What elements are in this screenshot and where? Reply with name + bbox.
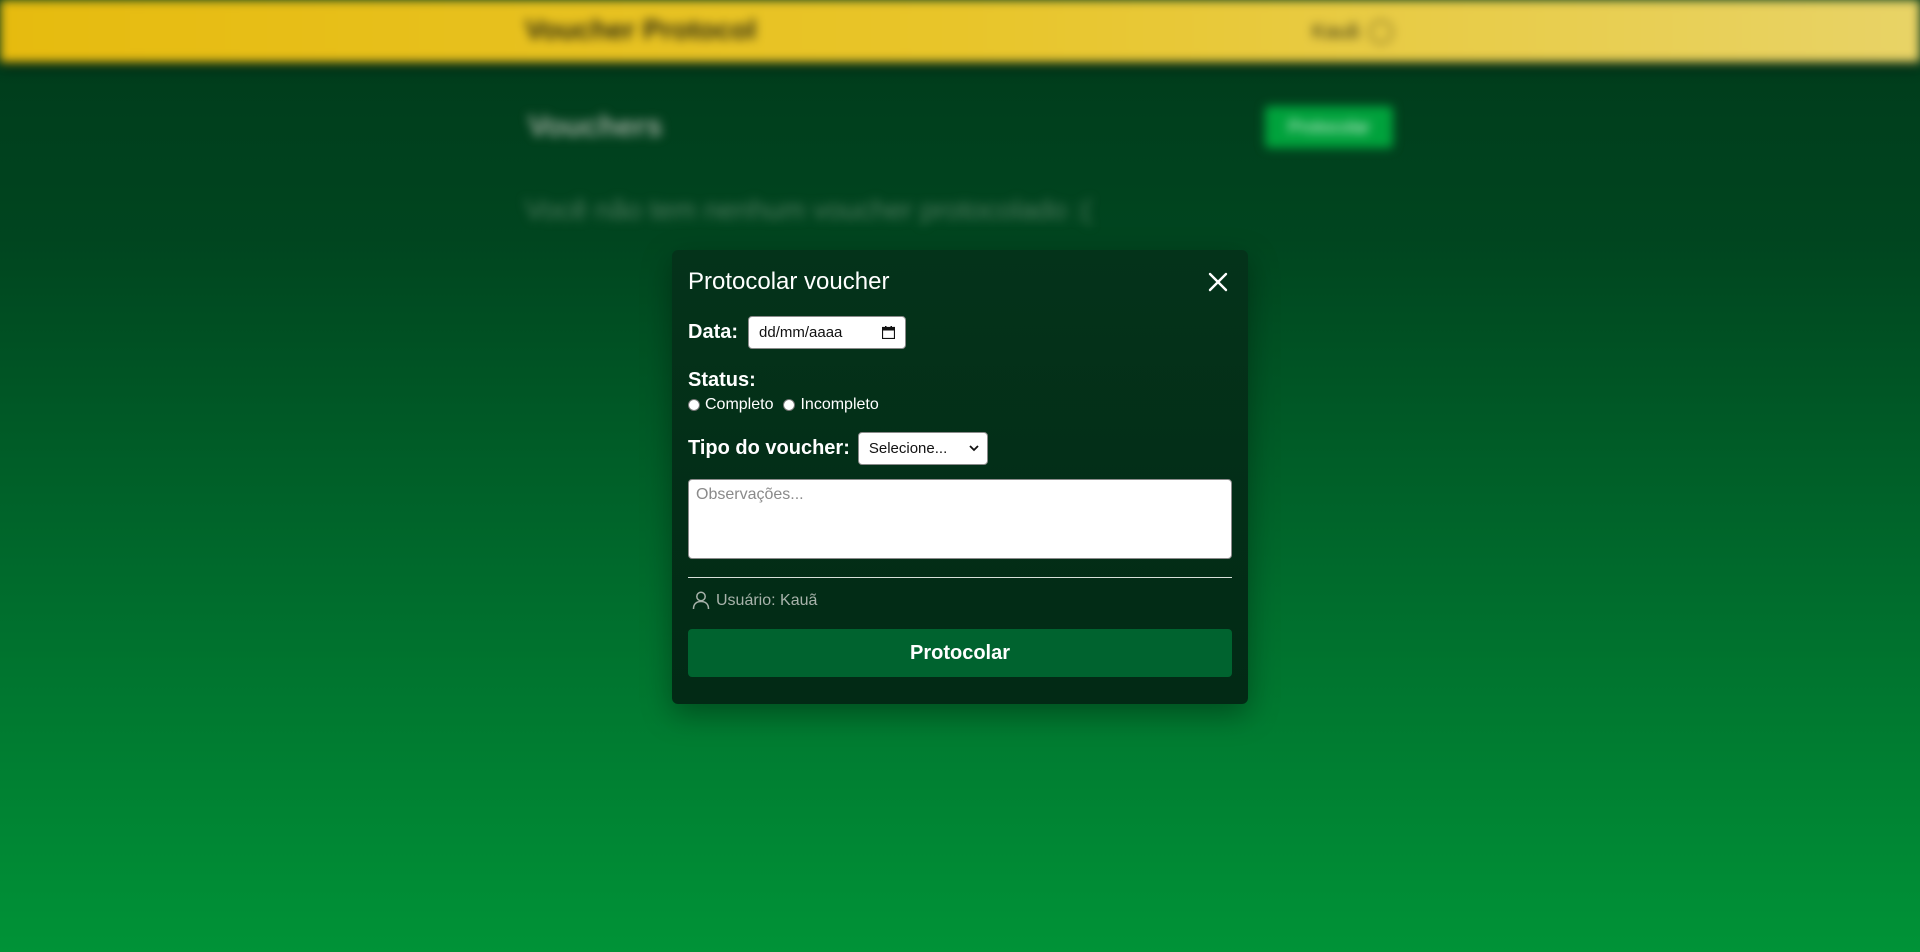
radio-incompleto-label: Incompleto	[800, 396, 879, 413]
observacoes-textarea[interactable]: Observações...	[688, 479, 1232, 559]
open-protocol-button: Protocolar	[1265, 106, 1393, 148]
voucher-type-select[interactable]: Selecione...	[857, 432, 988, 465]
protocolar-button[interactable]: Protocolar	[688, 629, 1232, 677]
app-title: Voucher Protocol	[525, 14, 757, 45]
status-label: Status:	[688, 369, 756, 391]
date-label: Data:	[688, 321, 739, 343]
navbar-user: Kauã	[1312, 20, 1393, 44]
user-text: Usuário: Kauã	[716, 591, 818, 609]
date-row: Data: dd/mm/aaaa	[688, 316, 1232, 349]
divider	[688, 577, 1232, 578]
radio-completo-label: Completo	[705, 396, 774, 413]
modal-title: Protocolar voucher	[688, 268, 890, 295]
user-icon	[692, 591, 710, 610]
status-option-completo[interactable]: Completo	[688, 396, 773, 414]
close-button[interactable]	[1204, 268, 1232, 296]
date-input-value: dd/mm/aaaa	[759, 324, 843, 341]
voucher-type-row: Tipo do voucher: Selecione...	[688, 432, 1232, 465]
status-option-incompleto[interactable]: Incompleto	[783, 396, 879, 414]
date-input[interactable]: dd/mm/aaaa	[748, 316, 907, 349]
status-options: Completo Incompleto	[688, 396, 1232, 414]
status-group: Status: Completo Incompleto	[688, 369, 1232, 414]
protocol-voucher-modal: Protocolar voucher Data: dd/mm/aaaa Stat…	[672, 250, 1248, 704]
radio-incompleto[interactable]	[783, 399, 796, 411]
chevron-down-icon	[969, 445, 979, 452]
close-icon	[1208, 272, 1228, 292]
modal-header: Protocolar voucher	[688, 266, 1232, 298]
avatar-icon	[1368, 20, 1393, 44]
calendar-icon[interactable]	[882, 326, 896, 339]
voucher-type-label: Tipo do voucher:	[688, 437, 850, 459]
navbar-user-name: Kauã	[1312, 20, 1359, 43]
empty-state-message: Você não tem nenhum voucher protocolado …	[525, 194, 1092, 225]
top-navbar: Voucher Protocol Kauã	[0, 0, 1920, 62]
radio-completo[interactable]	[688, 399, 700, 411]
user-info: Usuário: Kauã	[688, 591, 1232, 610]
voucher-type-selected: Selecione...	[868, 440, 948, 457]
observacoes-placeholder: Observações...	[696, 486, 804, 503]
page-title: Vouchers	[528, 110, 663, 143]
